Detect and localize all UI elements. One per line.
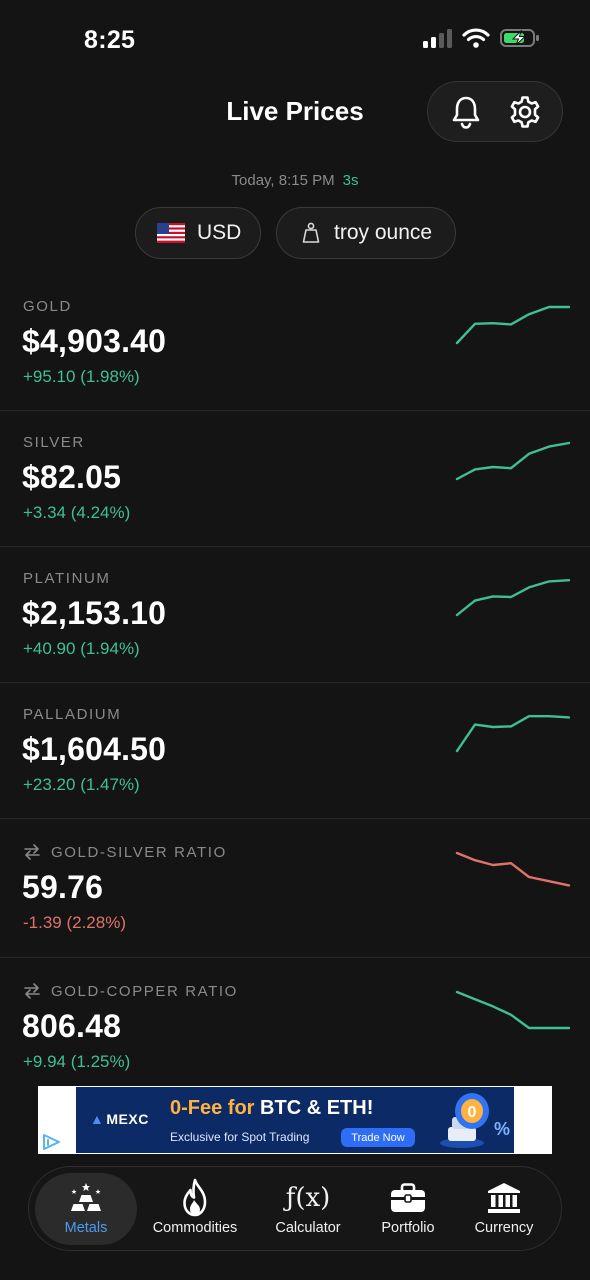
svg-text:%: %	[494, 1119, 510, 1139]
gear-icon	[510, 95, 539, 128]
tab-label: Metals	[64, 1220, 108, 1236]
cellular-signal-icon	[423, 28, 452, 48]
price-value: $4,903.40	[22, 323, 167, 359]
tab-label: Commodities	[152, 1220, 238, 1236]
price-row-platinum[interactable]: PLATINUM $2,153.10 +40.90 (1.94%)	[0, 547, 590, 683]
metal-name: PLATINUM	[23, 570, 111, 587]
battery-charging-icon	[500, 29, 539, 47]
sparkline-line	[455, 990, 571, 1030]
update-age: 3s	[342, 172, 359, 189]
us-flag-icon	[157, 223, 185, 243]
sparkline-line	[455, 578, 571, 617]
flame-icon	[179, 1178, 211, 1217]
tab-metals[interactable]: Metals	[35, 1173, 137, 1245]
price-row-gold-silver-ratio[interactable]: GOLD-SILVER RATIO 59.76 -1.39 (2.28%)	[0, 819, 590, 958]
metal-name-text: SILVER	[23, 434, 85, 451]
wifi-icon	[462, 28, 490, 48]
ad-subtitle: Exclusive for Spot Trading	[170, 1130, 310, 1144]
status-time: 8:25	[84, 26, 136, 54]
sparkline-line	[455, 714, 571, 753]
sparkline-line	[455, 441, 571, 481]
price-row-palladium[interactable]: PALLADIUM $1,604.50 +23.20 (1.47%)	[0, 683, 590, 819]
sparkline-chart	[455, 851, 571, 887]
sparkline-chart	[455, 990, 571, 1030]
metal-name: PALLADIUM	[23, 706, 121, 723]
live-prices-screen: 8:25 Live Prices Today, 8:15 PM 3s USD t…	[0, 0, 590, 1280]
function-icon: ƒ(x)	[285, 1183, 331, 1213]
price-row-silver[interactable]: SILVER $82.05 +3.34 (4.24%)	[0, 411, 590, 547]
weight-icon	[302, 222, 320, 243]
tab-label: Portfolio	[381, 1220, 435, 1236]
sparkline-line	[455, 851, 571, 887]
coin-illustration-icon: 0 %	[440, 1093, 510, 1148]
swap-arrows-icon	[24, 844, 40, 860]
tab-label: Calculator	[275, 1220, 341, 1236]
price-change: +40.90 (1.94%)	[23, 639, 140, 658]
price-value: 806.48	[22, 1008, 122, 1044]
ad-banner[interactable]: ▲ MEXC 0-Fee for BTC & ETH! Exclusive for…	[38, 1086, 552, 1154]
header-actions	[427, 81, 563, 142]
tab-commodities[interactable]: Commodities	[143, 1173, 247, 1245]
tab-portfolio[interactable]: Portfolio	[365, 1173, 451, 1245]
tab-currency[interactable]: Currency	[461, 1173, 547, 1245]
swap-arrows-icon	[24, 983, 40, 999]
sparkline-chart	[455, 578, 571, 617]
metal-name-text: PALLADIUM	[23, 706, 122, 723]
price-value: $82.05	[22, 459, 122, 495]
bottom-tab-bar: Metals Commodities ƒ(x) Calculator Portf…	[28, 1166, 562, 1251]
sparkline-chart	[455, 714, 571, 753]
svg-text:0: 0	[468, 1104, 477, 1121]
metal-name: GOLD-COPPER RATIO	[23, 982, 238, 1000]
price-change: +95.10 (1.98%)	[23, 367, 140, 386]
ad-cta-button[interactable]: Trade Now	[341, 1128, 415, 1147]
metal-name: GOLD	[23, 298, 72, 315]
sparkline-line	[455, 305, 571, 345]
tab-label: Currency	[474, 1220, 534, 1236]
briefcase-icon	[389, 1181, 427, 1215]
ad-brand: MEXC	[106, 1111, 149, 1127]
last-updated: Today, 8:15 PM 3s	[0, 172, 590, 189]
price-change: +9.94 (1.25%)	[23, 1052, 131, 1071]
metal-name-text: GOLD-SILVER RATIO	[51, 843, 227, 861]
bell-icon	[452, 96, 479, 129]
currency-selector[interactable]: USD	[135, 207, 261, 259]
unit-label: troy ounce	[334, 221, 433, 244]
notifications-button[interactable]	[444, 90, 488, 134]
settings-button[interactable]	[503, 90, 547, 134]
metal-name: SILVER	[23, 434, 85, 451]
status-icons	[423, 28, 540, 48]
price-change: +3.34 (4.24%)	[23, 503, 131, 522]
price-row-gold[interactable]: GOLD $4,903.40 +95.10 (1.98%)	[0, 275, 590, 411]
metal-name: GOLD-SILVER RATIO	[23, 843, 227, 861]
gold-bars-icon	[65, 1181, 107, 1215]
ad-headline-rest: BTC & ETH!	[260, 1097, 374, 1119]
update-timestamp: Today, 8:15 PM	[231, 172, 335, 189]
sparkline-chart	[455, 441, 571, 481]
ad-headline-highlight: 0-Fee for	[170, 1097, 255, 1119]
sparkline-chart	[455, 305, 571, 345]
price-change: +23.20 (1.47%)	[23, 775, 140, 794]
price-value: $2,153.10	[22, 595, 167, 631]
tab-calculator[interactable]: ƒ(x) Calculator	[261, 1173, 355, 1245]
unit-selector[interactable]: troy ounce	[276, 207, 456, 259]
price-row-gold-copper-ratio[interactable]: GOLD-COPPER RATIO 806.48 +9.94 (1.25%)	[0, 958, 590, 1086]
ad-brand-logo: ▲ MEXC	[90, 1111, 149, 1127]
bank-icon	[486, 1181, 522, 1215]
metal-name-text: GOLD	[23, 298, 72, 315]
price-value: 59.76	[22, 869, 104, 905]
price-value: $1,604.50	[22, 731, 167, 767]
ad-creative: ▲ MEXC 0-Fee for BTC & ETH! Exclusive for…	[76, 1087, 514, 1153]
currency-label: USD	[197, 221, 242, 244]
metal-name-text: GOLD-COPPER RATIO	[51, 982, 238, 1000]
price-change: -1.39 (2.28%)	[23, 913, 126, 932]
metal-name-text: PLATINUM	[23, 570, 111, 587]
ad-choices-icon[interactable]	[41, 1132, 63, 1152]
ad-headline: 0-Fee for BTC & ETH!	[170, 1097, 373, 1120]
